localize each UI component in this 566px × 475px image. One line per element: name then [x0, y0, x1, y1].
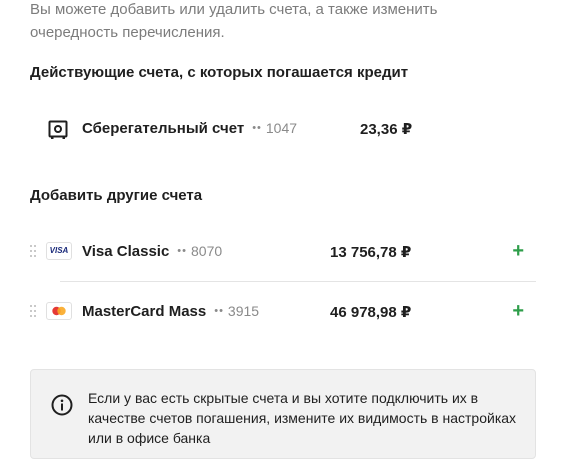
- active-accounts-heading: Действующие счета, с которых погашается …: [30, 64, 409, 81]
- drag-handle-icon[interactable]: [30, 305, 36, 319]
- drag-handle-icon[interactable]: [30, 245, 36, 259]
- account-amount: 23,36 ₽: [360, 121, 413, 138]
- intro-text: Вы можете добавить или удалить счета, а …: [30, 1, 438, 41]
- visa-card-icon: VISA: [46, 242, 72, 260]
- row-divider: [60, 281, 536, 282]
- add-accounts-heading: Добавить другие счета: [30, 187, 203, 204]
- add-account-row-mastercard[interactable]: MasterCard Mass •• 3915 46 978,98 ₽ +: [30, 290, 536, 336]
- info-box: Если у вас есть скрытые счета и вы хотит…: [30, 369, 536, 459]
- account-number: 8070: [191, 243, 223, 259]
- info-icon: [51, 394, 73, 416]
- add-account-button[interactable]: +: [512, 299, 524, 323]
- add-account-button[interactable]: +: [512, 239, 524, 263]
- safe-icon: [48, 120, 68, 139]
- account-number: 1047: [265, 120, 298, 136]
- account-amount: 46 978,98 ₽: [330, 304, 412, 321]
- info-text: Если у вас есть скрытые счета и вы хотит…: [88, 390, 517, 446]
- account-name: MasterCard Mass •• 3915: [82, 303, 260, 320]
- account-name: Сберегательный счет •• 1047: [82, 120, 298, 137]
- active-account-row: Сберегательный счет •• 1047 23,36 ₽: [30, 107, 536, 153]
- account-amount: 13 756,78 ₽: [330, 244, 412, 261]
- add-account-row-visa[interactable]: VISA Visa Classic •• 8070 13 756,78 ₽ +: [30, 230, 536, 276]
- account-name: Visa Classic •• 8070: [82, 243, 223, 260]
- mastercard-icon: [46, 302, 72, 320]
- account-number: 3915: [227, 303, 260, 319]
